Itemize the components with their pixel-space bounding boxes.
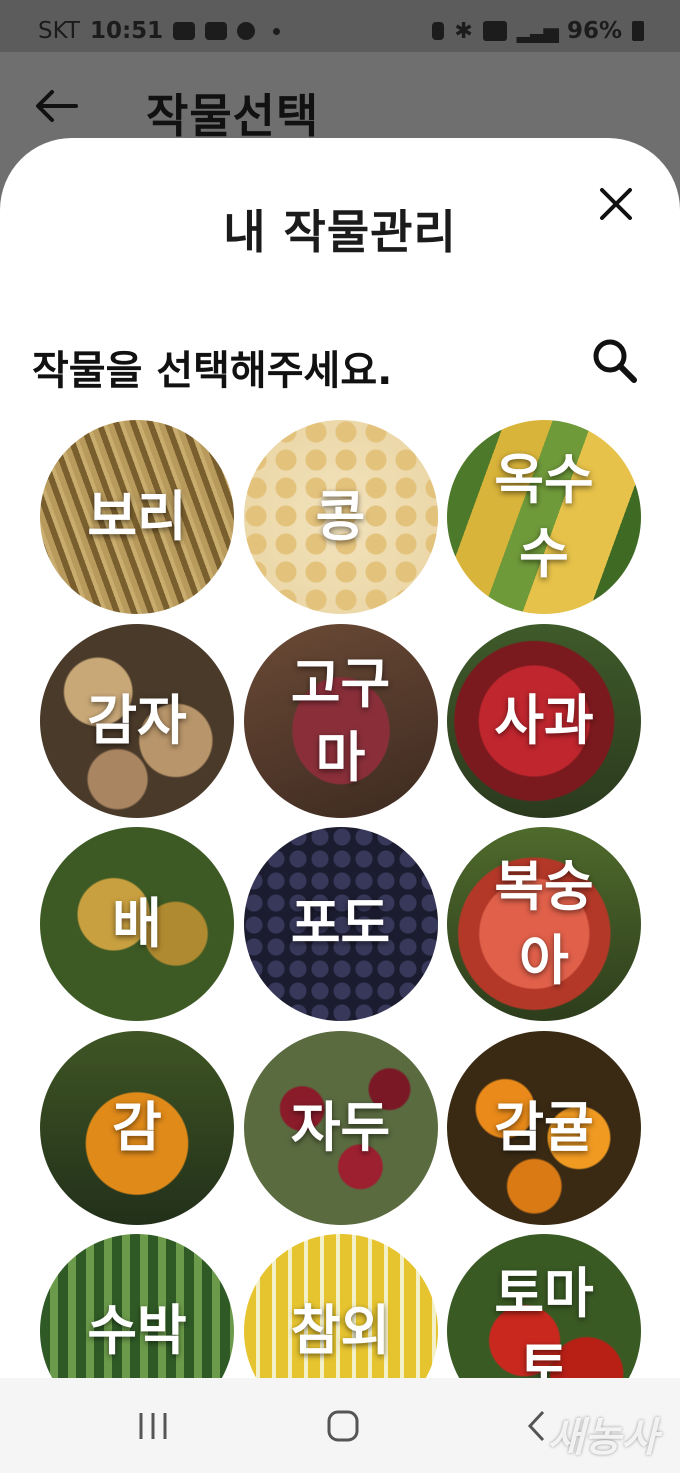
clock: 10:51 [89, 18, 164, 44]
crop-label: 복숭아 [494, 855, 594, 992]
crop-label: 감귤 [494, 1095, 594, 1159]
crop-item[interactable]: 배 [40, 827, 234, 1021]
recent-apps-button[interactable] [93, 1378, 213, 1473]
crop-label: 포도 [290, 892, 391, 955]
back-arrow-icon[interactable] [32, 86, 82, 126]
cellular-signal-icon: ▂▃▅ [516, 19, 559, 43]
back-chevron-icon [527, 1410, 545, 1441]
crop-label: 배 [112, 892, 162, 955]
crop-label: 감 [112, 1095, 162, 1159]
status-right: ✱ ▂▃▅ 96% [432, 18, 644, 44]
crop-label: 감자 [87, 688, 187, 752]
background-header: 작물선택 [0, 52, 680, 152]
crop-item[interactable]: 토마토 [447, 1234, 641, 1378]
crop-item[interactable]: 수박 [40, 1234, 234, 1378]
battery-icon [632, 21, 644, 41]
home-icon [327, 1410, 359, 1441]
crop-item[interactable]: 참외 [243, 1234, 438, 1378]
crop-label: 참외 [290, 1299, 391, 1362]
crop-label: 옥수수 [494, 448, 594, 585]
bluetooth-icon: ✱ [454, 18, 473, 44]
status-left: SKT 10:51 [38, 18, 281, 44]
crop-label: 콩 [315, 485, 366, 548]
select-crop-prompt: 작물을 선택해주세요. [32, 348, 393, 394]
gallery-notification-icon [205, 22, 228, 40]
youtube-notification-icon [173, 22, 196, 40]
crop-item[interactable]: 콩 [243, 420, 438, 614]
carrier-label: SKT [38, 18, 80, 44]
crop-management-sheet: 내 작물관리 작물을 선택해주세요. 보리 콩 옥수수감자 고구마 사과배 포도 복숭아감 자… [0, 138, 680, 1378]
crop-item[interactable]: 복숭아 [447, 827, 641, 1021]
5g-signal-icon [482, 21, 507, 41]
crop-item[interactable]: 감 [40, 1030, 234, 1225]
status-bar: SKT 10:51 ✱ ▂▃▅ 96% [0, 0, 680, 52]
phone-icon [432, 22, 445, 40]
close-icon[interactable] [594, 182, 638, 226]
crop-item[interactable]: 감귤 [447, 1030, 641, 1225]
crop-label: 사과 [494, 688, 594, 752]
crop-label: 자두 [290, 1095, 391, 1159]
battery-percent: 96% [566, 18, 622, 44]
crop-label: 토마토 [494, 1262, 594, 1378]
crop-item[interactable]: 고구마 [243, 623, 438, 818]
background-page-title: 작물선택 [146, 89, 320, 143]
crop-item[interactable]: 감자 [40, 623, 234, 818]
crop-grid: 보리 콩 옥수수감자 고구마 사과배 포도 복숭아감 자두 감귤수박 참외 토마토 [40, 420, 641, 1378]
crop-item[interactable]: 옥수수 [447, 420, 641, 614]
app-notification-icon [237, 22, 256, 40]
sheet-title: 내 작물관리 [223, 205, 457, 259]
crop-item[interactable]: 자두 [243, 1030, 438, 1225]
crop-item[interactable]: 사과 [447, 623, 641, 818]
recent-apps-icon [139, 1412, 167, 1439]
more-notifications-icon [273, 27, 281, 35]
crop-label: 보리 [87, 485, 187, 548]
search-icon[interactable] [588, 334, 642, 388]
navigation-bar: 새농사 [0, 1378, 680, 1473]
crop-item[interactable]: 포도 [243, 827, 438, 1021]
crop-item[interactable]: 보리 [40, 420, 234, 614]
watermark-logo: 새농사 [547, 1415, 658, 1461]
crop-label: 고구마 [290, 651, 391, 789]
crop-label: 수박 [87, 1299, 187, 1362]
home-button[interactable] [283, 1378, 403, 1473]
